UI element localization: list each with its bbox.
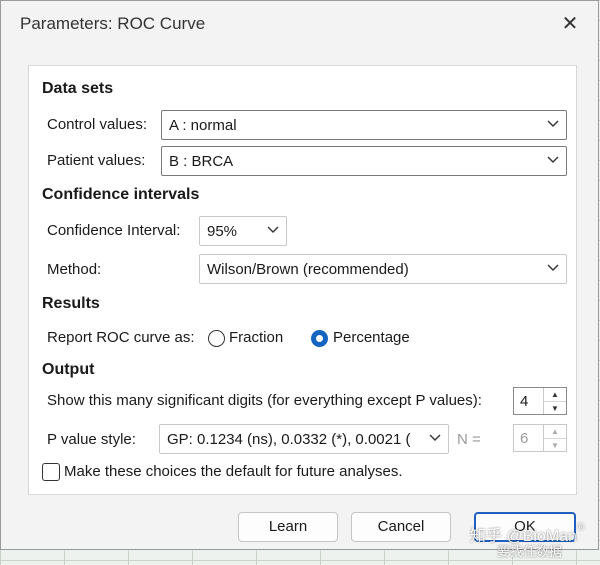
roc-parameters-dialog: Parameters: ROC Curve ✕ Data sets Contro…	[0, 0, 599, 550]
significant-digits-label: Show this many significant digits (for e…	[47, 392, 482, 409]
n-value: 6	[520, 430, 529, 447]
triangle-down-icon: ▼	[551, 441, 559, 450]
chevron-down-icon	[547, 120, 559, 127]
default-choices-checkbox[interactable]	[42, 463, 60, 481]
control-values-dropdown[interactable]: A : normal	[161, 110, 567, 140]
stepper-arrows: ▲ ▼	[543, 425, 566, 451]
report-roc-label: Report ROC curve as:	[47, 329, 195, 346]
default-choices-label[interactable]: Make these choices the default for futur…	[64, 463, 403, 480]
n-stepper: 6 ▲ ▼	[513, 424, 567, 452]
chevron-down-icon	[547, 264, 559, 271]
p-value-style-label: P value style:	[47, 431, 136, 448]
triangle-up-icon: ▲	[544, 425, 566, 439]
section-data-sets: Data sets	[42, 80, 114, 97]
fraction-radio-label[interactable]: Fraction	[229, 329, 283, 346]
learn-button[interactable]: Learn	[238, 512, 338, 542]
section-output: Output	[42, 361, 95, 378]
significant-digits-stepper[interactable]: 4 ▲ ▼	[513, 387, 567, 415]
p-value-style-value: GP: 0.1234 (ns), 0.0332 (*), 0.0021 (	[167, 431, 411, 448]
section-confidence-intervals: Confidence intervals	[42, 186, 200, 203]
stepper-arrows: ▲ ▼	[543, 388, 566, 414]
confidence-interval-value: 95%	[207, 223, 238, 240]
close-icon[interactable]: ✕	[556, 11, 584, 37]
chevron-down-icon	[267, 226, 279, 233]
fraction-radio[interactable]	[208, 330, 225, 347]
patient-values-label: Patient values:	[47, 152, 146, 169]
method-label: Method:	[47, 261, 102, 278]
chevron-down-icon	[429, 434, 441, 441]
control-values-label: Control values:	[47, 116, 148, 133]
control-values-value: A : normal	[169, 117, 237, 134]
patient-values-dropdown[interactable]: B : BRCA	[161, 146, 567, 176]
confidence-interval-label: Confidence Interval:	[47, 222, 181, 239]
percentage-radio[interactable]	[311, 330, 328, 347]
method-value: Wilson/Brown (recommended)	[207, 261, 409, 278]
significant-digits-value: 4	[520, 393, 529, 410]
parameters-panel: Data sets Control values: A : normal Pat…	[28, 65, 577, 495]
triangle-up-icon[interactable]: ▲	[544, 388, 566, 402]
watermark-mark: ®	[576, 522, 585, 533]
percentage-radio-label[interactable]: Percentage	[333, 329, 410, 346]
watermark-subtext: 要找任数据	[497, 544, 563, 559]
method-dropdown[interactable]: Wilson/Brown (recommended)	[199, 254, 567, 284]
chevron-down-icon	[547, 156, 559, 163]
n-label: N =	[457, 431, 481, 448]
triangle-down-icon[interactable]: ▼	[544, 402, 566, 415]
confidence-interval-dropdown[interactable]: 95%	[199, 216, 287, 246]
patient-values-value: B : BRCA	[169, 153, 234, 170]
cancel-button[interactable]: Cancel	[351, 512, 451, 542]
section-results: Results	[42, 295, 100, 312]
title-bar: Parameters: ROC Curve ✕	[1, 1, 598, 45]
p-value-style-dropdown[interactable]: GP: 0.1234 (ns), 0.0332 (*), 0.0021 (	[159, 424, 449, 454]
window-title: Parameters: ROC Curve	[20, 14, 206, 33]
